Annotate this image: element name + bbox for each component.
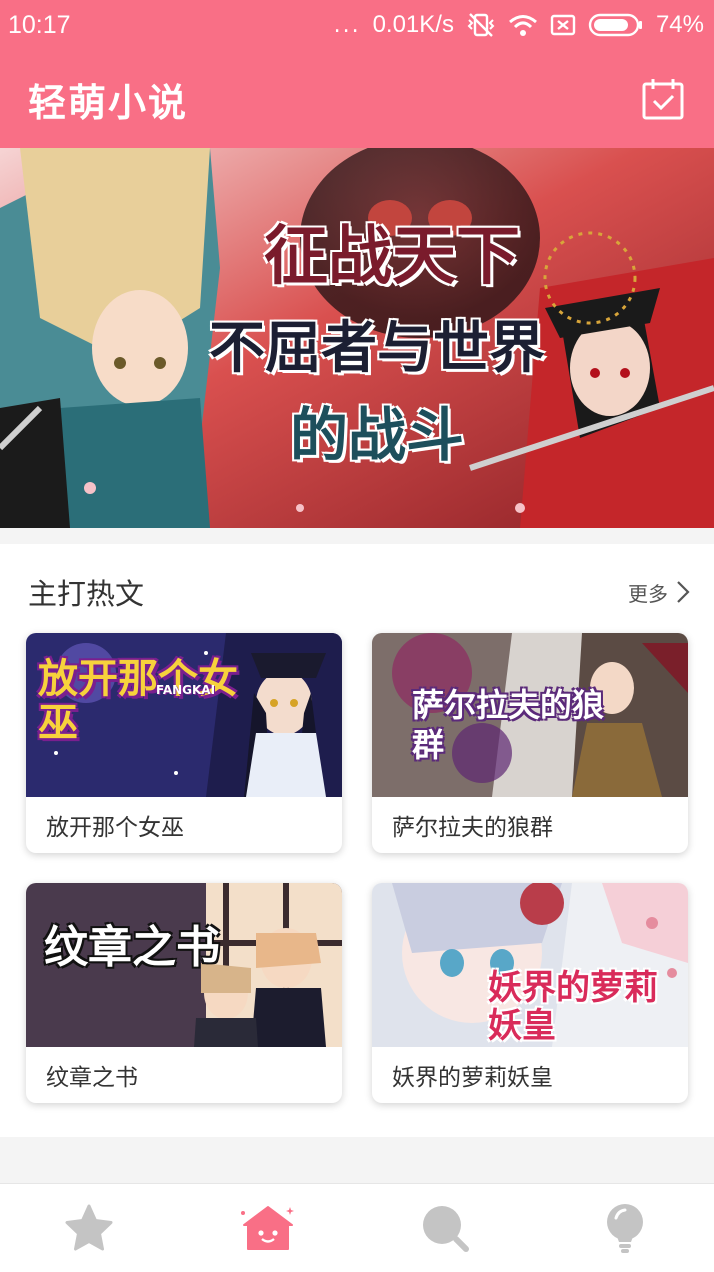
status-right: ... 0.01K/s 74% bbox=[334, 11, 704, 39]
nav-home[interactable] bbox=[179, 1184, 358, 1272]
book-card[interactable]: 萨尔拉夫的狼群 萨尔拉夫的狼群 bbox=[372, 633, 688, 853]
search-icon bbox=[423, 1206, 470, 1252]
cover-title: 妖界的萝莉妖皇 bbox=[488, 969, 678, 1045]
cover-subtitle: FANGKAI bbox=[156, 683, 216, 697]
battery-icon bbox=[588, 13, 642, 37]
sim-off-icon bbox=[550, 14, 576, 36]
battery-percent: 74% bbox=[655, 11, 704, 38]
banner-artwork bbox=[0, 148, 714, 528]
bottom-nav bbox=[0, 1183, 714, 1272]
nav-bookshelf[interactable] bbox=[0, 1184, 179, 1272]
calendar-check-icon bbox=[642, 79, 684, 120]
book-card[interactable]: 纹章之书 纹章之书 bbox=[26, 883, 342, 1103]
book-title: 纹章之书 bbox=[46, 1065, 138, 1091]
home-icon bbox=[240, 1206, 294, 1250]
network-speed: 0.01K/s bbox=[372, 11, 454, 38]
book-cover: 妖界的萝莉妖皇 bbox=[372, 883, 688, 1047]
lightbulb-icon bbox=[606, 1204, 643, 1253]
cover-title-text: 放开那个女巫 bbox=[38, 656, 238, 746]
book-title: 妖界的萝莉妖皇 bbox=[392, 1065, 553, 1091]
cover-title: 放开那个女巫 bbox=[38, 657, 238, 745]
nav-discover[interactable] bbox=[536, 1184, 714, 1272]
checkin-button[interactable] bbox=[640, 76, 686, 122]
book-cover: 萨尔拉夫的狼群 bbox=[372, 633, 688, 797]
section-header: 主打热文 更多 bbox=[28, 572, 690, 612]
status-time: 10:17 bbox=[8, 10, 71, 39]
book-title: 放开那个女巫 bbox=[46, 815, 184, 841]
cover-title-text: 萨尔拉夫的狼群 bbox=[412, 686, 605, 764]
app-bar: 轻萌小说 bbox=[0, 50, 714, 148]
cover-title-text: 纹章之书 bbox=[44, 922, 220, 973]
cover-title: 纹章之书 bbox=[44, 923, 264, 973]
cover-title-text: 妖界的萝莉妖皇 bbox=[488, 968, 658, 1046]
book-cover: 纹章之书 bbox=[26, 883, 342, 1047]
hot-novels-section: 主打热文 更多 放开那个女巫 FANGKAI 放开那个女巫 萨尔拉夫的狼群 萨尔… bbox=[0, 544, 714, 1137]
vibrate-off-icon bbox=[467, 13, 495, 37]
book-card[interactable]: 放开那个女巫 FANGKAI 放开那个女巫 bbox=[26, 633, 342, 853]
more-link[interactable]: 更多 bbox=[628, 578, 690, 607]
book-card[interactable]: 妖界的萝莉妖皇 妖界的萝莉妖皇 bbox=[372, 883, 688, 1103]
book-cover: 放开那个女巫 FANGKAI bbox=[26, 633, 342, 797]
nav-search[interactable] bbox=[357, 1184, 536, 1272]
chevron-right-icon bbox=[677, 581, 690, 603]
book-title: 萨尔拉夫的狼群 bbox=[392, 815, 553, 841]
cover-title: 萨尔拉夫的狼群 bbox=[412, 685, 612, 765]
more-label: 更多 bbox=[628, 581, 668, 606]
section-title: 主打热文 bbox=[28, 577, 145, 611]
status-bar: 10:17 ... 0.01K/s 74% bbox=[0, 0, 714, 50]
wifi-icon bbox=[508, 15, 537, 36]
status-dots: ... bbox=[333, 12, 361, 38]
star-icon bbox=[65, 1204, 113, 1251]
app-title: 轻萌小说 bbox=[28, 80, 189, 125]
featured-banner[interactable]: 征战天下 不屈者与世界 的战斗 bbox=[0, 148, 714, 528]
